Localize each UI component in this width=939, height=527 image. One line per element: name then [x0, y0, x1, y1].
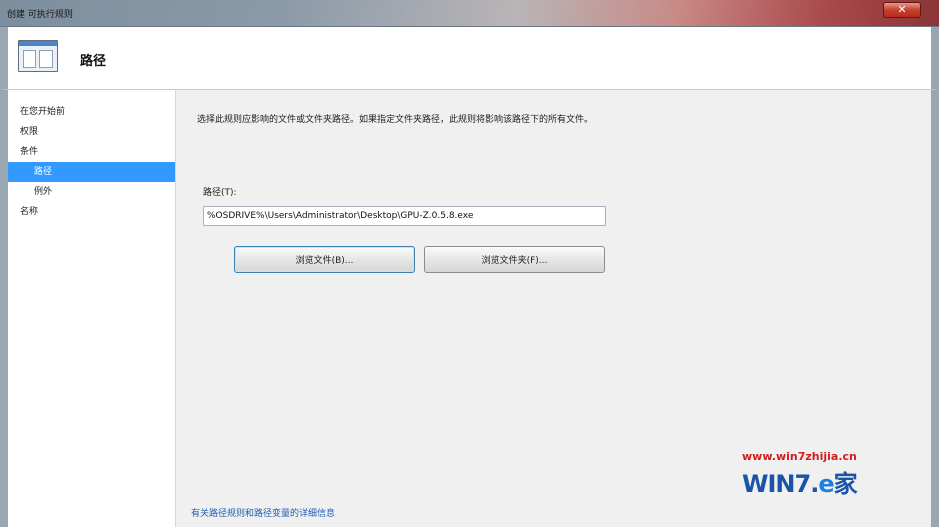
- wizard-header: 路径: [0, 27, 939, 90]
- rule-wizard-icon: [18, 40, 58, 72]
- window-title: 创建 可执行规则: [7, 10, 73, 20]
- sidebar-item-before-you-begin[interactable]: 在您开始前: [8, 102, 175, 122]
- browse-folders-button[interactable]: 浏览文件夹(F)...: [424, 246, 605, 273]
- watermark-logo-prefix: WIN7.: [742, 470, 819, 498]
- path-input[interactable]: [203, 206, 606, 226]
- sidebar-item-path[interactable]: 路径: [8, 162, 175, 182]
- sidebar-item-permissions[interactable]: 权限: [8, 122, 175, 142]
- site-watermark: www.win7zhijia.cn WIN7.e家: [742, 450, 922, 510]
- path-description: 选择此规则应影响的文件或文件夹路径。如果指定文件夹路径，此规则将影响该路径下的所…: [197, 115, 594, 125]
- sidebar-item-name[interactable]: 名称: [8, 202, 175, 222]
- sidebar-item-exceptions[interactable]: 例外: [8, 182, 175, 202]
- window-frame-right: [931, 90, 939, 527]
- close-button[interactable]: ✕: [883, 2, 921, 18]
- path-rules-help-link[interactable]: 有关路径规则和路径变量的详细信息: [191, 506, 335, 519]
- sidebar-item-conditions[interactable]: 条件: [8, 142, 175, 162]
- wizard-steps-sidebar: 在您开始前 权限 条件 路径 例外 名称: [8, 90, 176, 527]
- watermark-logo-han: 家: [833, 469, 858, 498]
- watermark-logo: WIN7.e家: [742, 464, 858, 499]
- window-frame-left: [0, 90, 8, 527]
- title-bar: 创建 可执行规则 ✕: [0, 0, 939, 27]
- path-label: 路径(T):: [203, 188, 237, 198]
- watermark-logo-e: e: [818, 470, 834, 498]
- browse-files-button[interactable]: 浏览文件(B)...: [234, 246, 415, 273]
- watermark-url: www.win7zhijia.cn: [742, 450, 857, 463]
- page-title: 路径: [80, 54, 107, 69]
